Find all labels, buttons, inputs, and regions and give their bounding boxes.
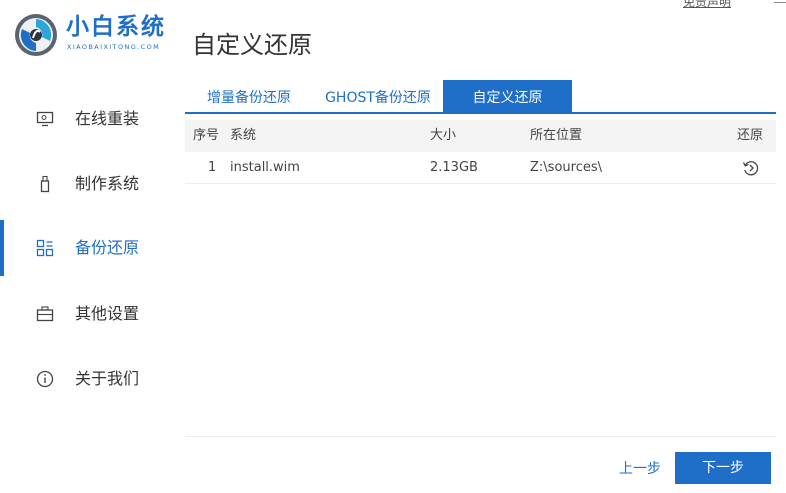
col-restore: 还原 bbox=[737, 128, 764, 143]
sidebar-item-label: 其他设置 bbox=[75, 304, 140, 323]
col-location: 所在位置 bbox=[530, 128, 583, 143]
usb-drive-icon bbox=[40, 175, 50, 193]
col-size: 大小 bbox=[430, 128, 457, 143]
sidebar-item-label: 制作系统 bbox=[75, 174, 140, 193]
cell-system: install.wim bbox=[230, 160, 300, 175]
restore-icon[interactable] bbox=[742, 159, 760, 177]
tab-ghost-restore[interactable]: GHOST备份还原 bbox=[313, 80, 443, 114]
brand-name: 小白系统 bbox=[66, 14, 166, 40]
sidebar-item-label: 备份还原 bbox=[75, 238, 140, 257]
sidebar-item-backup-restore[interactable]: 备份还原 bbox=[0, 220, 180, 276]
table-header: 序号 系统 大小 所在位置 还原 bbox=[185, 120, 776, 152]
sidebar-item-make-system[interactable]: 制作系统 bbox=[0, 156, 180, 212]
sidebar-item-online-install[interactable]: 在线重装 bbox=[0, 91, 180, 147]
col-index: 序号 bbox=[193, 128, 220, 143]
footer-divider bbox=[185, 436, 776, 437]
page-title: 自定义还原 bbox=[192, 31, 312, 59]
monitor-icon bbox=[36, 111, 54, 127]
sidebar-item-label: 关于我们 bbox=[75, 369, 140, 388]
info-icon bbox=[36, 370, 54, 388]
col-system: 系统 bbox=[230, 128, 257, 143]
cell-size: 2.13GB bbox=[430, 160, 478, 175]
cell-index: 1 bbox=[208, 160, 217, 175]
backup-grid-icon bbox=[36, 239, 54, 257]
sidebar-item-other-settings[interactable]: 其他设置 bbox=[0, 286, 180, 342]
minimize-icon[interactable] bbox=[774, 2, 786, 3]
tab-incremental-restore[interactable]: 增量备份还原 bbox=[185, 80, 313, 114]
tab-bar: 增量备份还原 GHOST备份还原 自定义还原 bbox=[185, 80, 776, 114]
previous-step-button[interactable]: 上一步 bbox=[612, 454, 668, 484]
table-row[interactable]: 1 install.wim 2.13GB Z:\sources\ bbox=[185, 152, 776, 184]
disclaimer-link[interactable]: 免责声明 bbox=[683, 0, 731, 9]
restore-table: 序号 系统 大小 所在位置 还原 1 install.wim 2.13GB Z:… bbox=[185, 120, 776, 184]
next-step-button[interactable]: 下一步 bbox=[675, 452, 771, 484]
brand-subtitle: XIAOBAIXITONG.COM bbox=[67, 43, 161, 51]
sidebar-item-label: 在线重装 bbox=[75, 109, 140, 128]
tab-custom-restore[interactable]: 自定义还原 bbox=[443, 80, 572, 114]
cell-location: Z:\sources\ bbox=[530, 160, 602, 175]
sidebar-item-about-us[interactable]: 关于我们 bbox=[0, 351, 180, 407]
logo-icon bbox=[15, 14, 57, 56]
briefcase-icon bbox=[36, 306, 54, 322]
